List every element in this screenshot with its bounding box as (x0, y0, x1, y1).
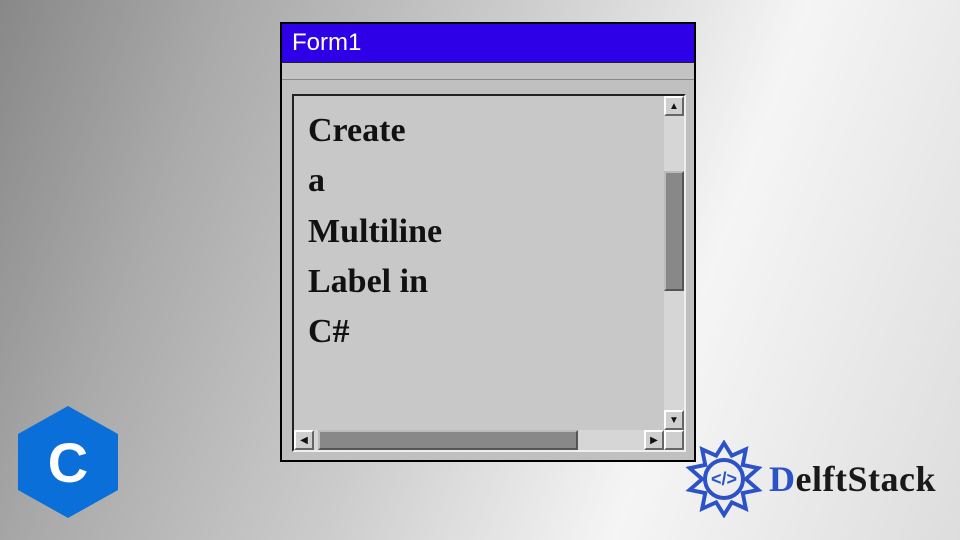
title-bar[interactable]: Form1 (282, 24, 694, 62)
vertical-scrollbar[interactable]: ▲ ▼ (664, 96, 684, 430)
chevron-down-icon: ▼ (669, 415, 679, 426)
hexagon-icon: C (18, 406, 118, 518)
resize-gripper[interactable] (664, 430, 684, 450)
scroll-down-button[interactable]: ▼ (664, 410, 684, 430)
scroll-up-button[interactable]: ▲ (664, 96, 684, 116)
vertical-scroll-thumb[interactable] (664, 171, 684, 291)
form-window: Form1 Create a Multiline Label in C# ▲ ▼… (280, 22, 696, 462)
client-panel: Create a Multiline Label in C# ▲ ▼ ◀ ▶ (292, 94, 686, 452)
window-title: Form1 (292, 29, 361, 57)
delftstack-logo: </> DelftStack (685, 440, 936, 518)
horizontal-scrollbar[interactable]: ◀ ▶ (294, 430, 664, 450)
code-icon: </> (703, 458, 745, 500)
scroll-left-button[interactable]: ◀ (294, 430, 314, 450)
horizontal-scroll-thumb[interactable] (318, 430, 578, 450)
scroll-right-button[interactable]: ▶ (644, 430, 664, 450)
chevron-right-icon: ▶ (650, 435, 658, 446)
brand-text: DelftStack (769, 458, 936, 500)
content-area: Create a Multiline Label in C# (294, 96, 664, 430)
chevron-up-icon: ▲ (669, 101, 679, 112)
star-icon: </> (685, 440, 763, 518)
menu-bar (282, 62, 694, 80)
csharp-letter: C (48, 430, 88, 495)
multiline-label: Create a Multiline Label in C# (308, 106, 650, 358)
csharp-badge: C (18, 406, 118, 518)
chevron-left-icon: ◀ (300, 435, 308, 446)
